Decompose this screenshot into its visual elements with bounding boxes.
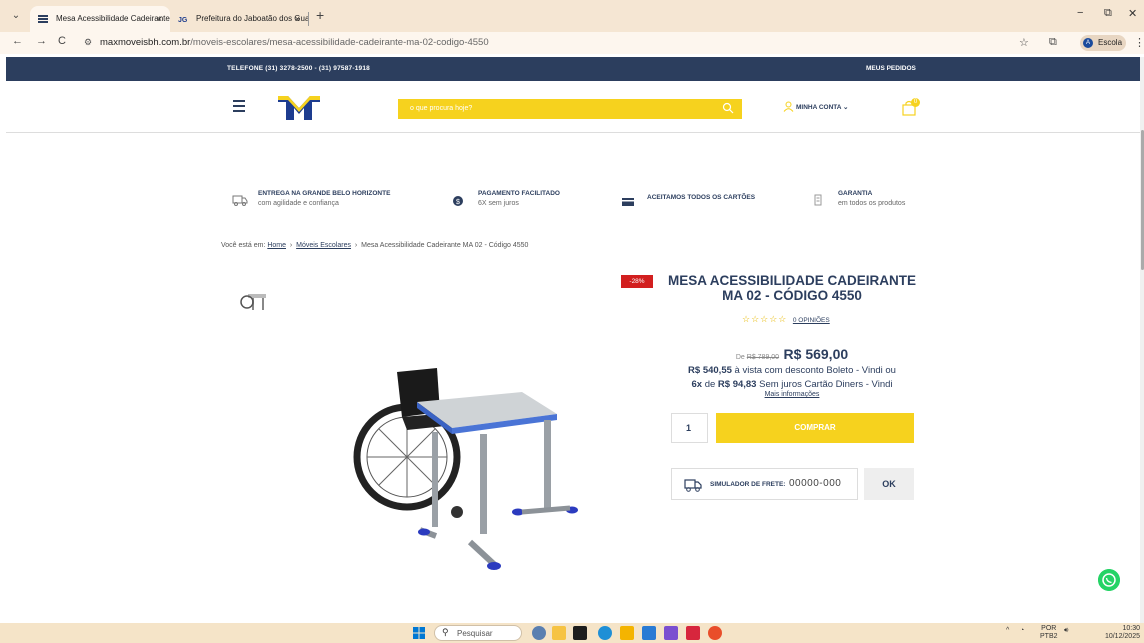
- restore-button[interactable]: ⧉: [1104, 7, 1112, 20]
- tab-search-chevron-icon[interactable]: ⌄: [8, 8, 24, 24]
- minha-conta-link[interactable]: MINHA CONTA ⌄: [783, 101, 849, 112]
- tab-prefeitura-jaboatao[interactable]: JG Prefeitura do Jaboatão dos Gua ×: [170, 6, 308, 32]
- payment-conditions: R$ 540,55 à vista com desconto Boleto - …: [688, 365, 896, 390]
- warranty-icon: [814, 194, 822, 206]
- product-image-wheelchair-desk[interactable]: [352, 362, 582, 577]
- url-text: maxmoveisbh.com.br/moveis-escolares/mesa…: [100, 37, 489, 48]
- meus-pedidos-link[interactable]: MEUS PEDIDOS: [866, 65, 916, 72]
- svg-text:JG: JG: [178, 17, 188, 23]
- extensions-puzzle-icon[interactable]: ⧉: [1049, 36, 1057, 49]
- credit-card-icon: [622, 198, 634, 206]
- outlook-app-icon[interactable]: [642, 626, 656, 640]
- tray-chevron-icon[interactable]: ^: [1006, 627, 1009, 634]
- svg-text:$: $: [456, 199, 460, 206]
- search-icon: ⚲: [442, 627, 449, 637]
- benefit-subtitle: com agilidade e confiança: [258, 200, 339, 207]
- benefit-subtitle: 6X sem juros: [478, 200, 519, 207]
- user-icon: [783, 101, 794, 112]
- search-placeholder: o que procura hoje?: [410, 105, 473, 112]
- buy-button[interactable]: COMPRAR: [716, 413, 914, 443]
- price-row: De R$ 789,00 R$ 569,00: [666, 346, 918, 364]
- profile-label: Escola: [1098, 38, 1123, 47]
- taskbar-search-input[interactable]: ⚲ Pesquisar: [434, 625, 522, 641]
- copilot-app-icon[interactable]: [532, 626, 546, 640]
- rating-stars[interactable]: ☆☆☆☆☆ 0 OPINIÕES: [742, 314, 830, 325]
- task-view-icon[interactable]: [573, 626, 587, 640]
- tab-close-icon[interactable]: ×: [295, 6, 300, 32]
- cart-count-badge: 0: [911, 98, 920, 107]
- benefit-title: PAGAMENTO FACILITADO: [478, 190, 560, 197]
- address-bar-row: ← → C ⚙ maxmoveisbh.com.br/moveis-escola…: [0, 32, 1144, 54]
- breadcrumb: Você está em: Home › Móveis Escolares › …: [221, 242, 529, 249]
- language-indicator[interactable]: POR PTB2: [1040, 625, 1058, 641]
- tab-title: Mesa Acessibilidade Cadeirante: [56, 14, 170, 23]
- file-explorer-icon[interactable]: [620, 626, 634, 640]
- quantity-input[interactable]: 1: [671, 413, 708, 443]
- tray-network-icon[interactable]: ◔: [1020, 627, 1024, 634]
- avatar: A: [1083, 38, 1093, 48]
- reviews-link[interactable]: 0 OPINIÕES: [793, 317, 830, 324]
- url-input[interactable]: ⚙ maxmoveisbh.com.br/moveis-escolares/me…: [76, 34, 1006, 52]
- windows-start-icon[interactable]: [413, 627, 425, 639]
- more-menu-icon[interactable]: ⋮: [1134, 36, 1144, 49]
- back-arrow-icon[interactable]: ←: [12, 35, 23, 47]
- shipping-simulator: SIMULADOR DE FRETE: 00000-000: [671, 468, 858, 500]
- teams-app-icon[interactable]: [664, 626, 678, 640]
- product-title: MESA ACESSIBILIDADE CADEIRANTE MA 02 - C…: [667, 273, 917, 303]
- phone-numbers: TELEFONE (31) 3278-2500 - (31) 97587-191…: [227, 65, 370, 72]
- breadcrumb-current: Mesa Acessibilidade Cadeirante MA 02 - C…: [361, 242, 529, 249]
- new-tab-button[interactable]: +: [316, 7, 324, 23]
- benefit-title: GARANTIA: [838, 190, 873, 197]
- search-icon[interactable]: [722, 102, 734, 114]
- star-icons: ☆☆☆☆☆: [742, 314, 788, 324]
- benefit-title: ACEITAMOS TODOS OS CARTÕES: [647, 194, 756, 201]
- old-price: De R$ 789,00: [735, 354, 780, 361]
- benefit-title: ENTREGA NA GRANDE BELO HORIZONTE: [258, 190, 391, 197]
- benefit-subtitle: em todos os produtos: [838, 200, 906, 207]
- breadcrumb-home-link[interactable]: Home: [267, 242, 286, 249]
- dollar-coin-icon: $: [453, 196, 463, 206]
- minimize-button[interactable]: −: [1077, 7, 1083, 19]
- search-input[interactable]: o que procura hoje?: [398, 99, 742, 119]
- shipping-label: SIMULADOR DE FRETE:: [710, 481, 786, 488]
- tab-close-icon[interactable]: ×: [157, 6, 162, 32]
- chrome-app-icon[interactable]: [708, 626, 722, 640]
- breadcrumb-category-link[interactable]: Móveis Escolares: [296, 242, 351, 249]
- bookmark-star-icon[interactable]: ☆: [1019, 36, 1029, 49]
- close-window-button[interactable]: ✕: [1128, 7, 1137, 20]
- edge-app-icon[interactable]: [598, 626, 612, 640]
- tray-volume-icon[interactable]: 🔊︎: [1064, 627, 1068, 635]
- menu-hamburger-icon[interactable]: [233, 100, 245, 112]
- whatsapp-icon[interactable]: [1098, 569, 1120, 591]
- site-info-icon[interactable]: ⚙: [84, 37, 92, 48]
- tab-separator: [308, 12, 309, 26]
- forward-arrow-icon[interactable]: →: [36, 35, 47, 47]
- maxmoveis-logo[interactable]: [278, 94, 320, 122]
- clock[interactable]: 10:30 10/12/2025: [1098, 625, 1140, 641]
- windows-taskbar: [0, 623, 1144, 643]
- profile-button[interactable]: A Escola: [1080, 35, 1126, 51]
- site-top-strip: [6, 57, 1140, 81]
- discount-badge: -28%: [621, 275, 653, 288]
- cep-input[interactable]: 00000-000: [789, 478, 841, 489]
- store-app-icon[interactable]: [686, 626, 700, 640]
- reload-icon[interactable]: C: [58, 35, 66, 47]
- widgets-app-icon[interactable]: [552, 626, 566, 640]
- more-info-link[interactable]: Mais informações: [666, 391, 918, 398]
- current-price: R$ 569,00: [783, 346, 849, 362]
- site-favicon-icon: [38, 15, 48, 23]
- tab-title: Prefeitura do Jaboatão dos Gua: [196, 14, 308, 23]
- truck-icon: [684, 479, 702, 492]
- jg-favicon-icon: JG: [178, 17, 188, 23]
- product-thumbnail[interactable]: [240, 288, 270, 314]
- tab-mesa-acessibilidade[interactable]: Mesa Acessibilidade Cadeirante ×: [30, 6, 170, 32]
- shipping-ok-button[interactable]: OK: [864, 468, 914, 500]
- truck-icon: [232, 195, 248, 206]
